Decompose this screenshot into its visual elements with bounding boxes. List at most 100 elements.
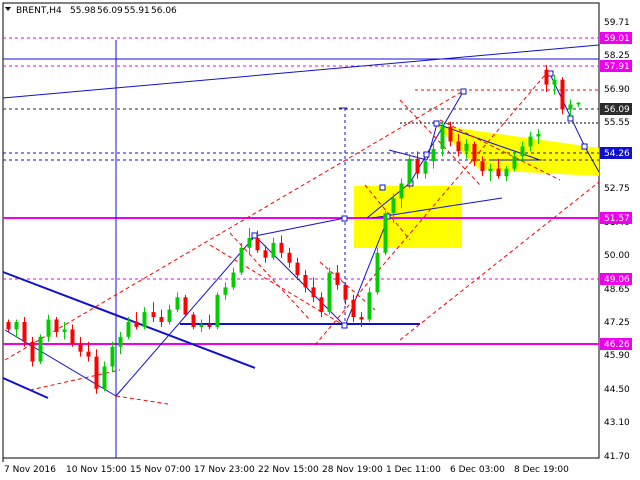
price-tick: 52.75 [604,184,630,194]
wave-point[interactable] [433,120,440,127]
time-tick: 17 Nov 23:00 [194,465,255,475]
bear-candle [311,287,316,298]
bull-candle [391,198,396,214]
price-tick: 44.50 [604,385,630,395]
bear-candle [70,329,75,345]
bull-candle [512,156,517,169]
price-tick: 43.10 [604,418,630,428]
wave-point[interactable] [341,215,348,222]
bear-candle [54,319,59,332]
time-tick: 10 Nov 15:00 [66,465,127,475]
bull-candle [118,336,123,347]
bull-candle [383,213,388,253]
high-value: 56.09 [97,6,123,16]
bear-candle [191,314,196,327]
bull-candle [142,312,147,327]
bear-candle [279,242,284,253]
open-value: 55.98 [70,6,96,16]
bull-candle [38,336,43,362]
price-label-text: 59.01 [604,34,630,44]
chart-background [0,0,640,480]
symbol-label: BRENT,H4 [16,6,62,16]
price-label-text: 54.26 [604,149,630,159]
bull-candle [175,297,180,310]
bear-candle [22,321,27,342]
bear-candle [207,324,212,327]
bear-candle [151,312,156,318]
price-label-text: 56.09 [604,105,630,115]
bear-candle [496,168,501,177]
bull-candle [215,294,220,327]
price-label: 57.91 [600,60,632,72]
bull-candle [440,126,445,149]
bear-candle [255,237,260,251]
price-chart[interactable]: BRENT,H4 55.98 56.09 55.91 56.06 59.71 5… [0,0,640,480]
price-tick: 59.71 [604,18,630,28]
time-tick: 28 Nov 19:00 [322,465,383,475]
wave-point[interactable] [547,70,554,77]
price-label: 51.57 [600,212,632,224]
bull-candle [167,309,172,322]
bull-candle [464,143,469,152]
bear-candle [6,321,11,330]
bull-candle [102,366,107,389]
wave-point[interactable] [341,322,348,329]
price-label-text: 57.91 [604,62,630,72]
bear-candle [78,344,83,352]
bear-candle [159,317,164,322]
wave-point[interactable] [251,232,258,239]
chart-window: BRENT,H4 55.98 56.09 55.91 56.06 59.71 5… [0,0,640,480]
bull-candle [528,136,533,147]
price-label: 56.09 [600,103,632,115]
bear-candle [303,275,308,288]
bear-candle [472,143,477,162]
bull-candle [375,252,380,293]
price-label-text: 46.26 [604,340,630,350]
time-axis: 7 Nov 2016 10 Nov 15:00 15 Nov 07:00 17 … [4,465,569,475]
bull-candle [520,146,525,157]
price-label-text: 49.06 [604,275,630,285]
wave-point[interactable] [460,88,467,95]
price-label: 54.26 [600,147,632,159]
price-label-text: 51.57 [604,214,630,224]
bull-candle [239,247,244,273]
bull-candle [423,161,428,174]
symbol-header: BRENT,H4 55.98 56.09 55.91 56.06 [5,6,177,16]
bull-candle [223,287,228,295]
wave-point[interactable] [423,151,430,158]
bear-candle [134,321,139,327]
bull-candle [62,329,67,332]
bull-candle [271,242,276,258]
price-tick: 47.25 [604,318,630,328]
bear-candle [480,161,485,172]
time-tick: 6 Dec 03:00 [450,465,505,475]
wave-point[interactable] [379,184,386,191]
bull-candle [367,292,372,320]
bull-candle [431,148,436,162]
bull-candle [231,272,236,288]
bull-candle [14,321,19,330]
bear-candle [448,126,453,142]
bull-candle [536,134,541,137]
time-tick: 22 Nov 15:00 [258,465,319,475]
price-tick: 48.65 [604,285,630,295]
price-tick: 58.25 [604,51,630,61]
price-tick: 56.90 [604,85,630,95]
price-tick: 50.00 [604,251,630,261]
bear-candle [456,141,461,152]
bull-candle [247,237,252,248]
bear-candle [86,351,91,357]
bear-candle [319,297,324,313]
bull-candle [504,168,509,177]
bull-candle [399,183,404,199]
bear-candle [263,250,268,258]
bear-candle [94,356,99,389]
bear-candle [415,158,420,174]
bull-candle [126,321,131,337]
bear-candle [287,252,292,263]
bull-candle [552,79,557,85]
wave-point[interactable] [581,143,588,150]
bear-candle [295,262,300,276]
price-tick: 45.90 [604,351,630,361]
bear-candle [560,79,565,110]
